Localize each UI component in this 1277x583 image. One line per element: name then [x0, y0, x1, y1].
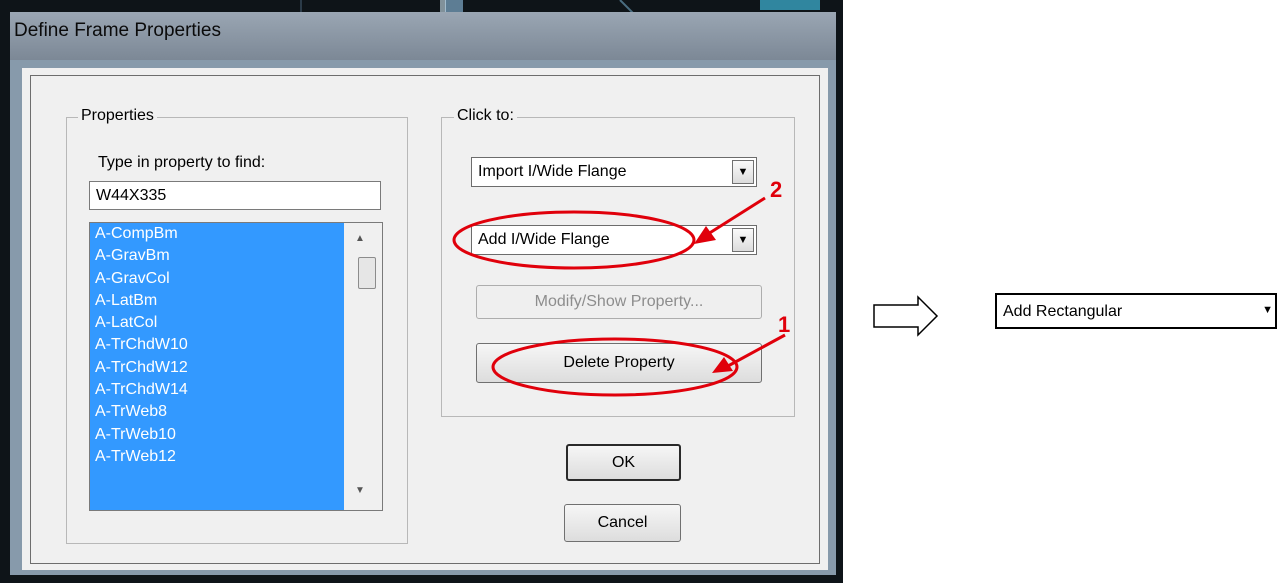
scroll-down-arrow-icon[interactable]: ▼	[355, 485, 365, 496]
scroll-up-arrow-icon[interactable]: ▲	[355, 233, 365, 244]
add-rectangular-select[interactable]: Add Rectangular ▼	[995, 293, 1277, 329]
dialog-window: Define Frame Properties Properties Type …	[0, 0, 843, 583]
list-item[interactable]: A-CompBm	[90, 223, 344, 245]
delete-property-button[interactable]: Delete Property	[476, 343, 762, 383]
dropdown-arrow-icon[interactable]: ▼	[732, 228, 754, 252]
annotation-marker-2: 2	[770, 177, 783, 202]
properties-legend: Properties	[78, 107, 157, 125]
list-item[interactable]: A-LatCol	[90, 312, 344, 334]
add-rectangular-select-value: Add Rectangular	[1003, 303, 1123, 320]
list-item[interactable]: A-GravCol	[90, 268, 344, 290]
add-select-value: Add I/Wide Flange	[478, 231, 610, 248]
list-item[interactable]: A-TrChdW12	[90, 357, 344, 379]
list-item[interactable]: A-TrWeb8	[90, 401, 344, 423]
list-item[interactable]: A-TrWeb12	[90, 446, 344, 468]
dropdown-arrow-icon[interactable]: ▼	[1262, 304, 1273, 316]
window-title: Define Frame Properties	[14, 20, 221, 41]
right-arrow-icon	[873, 295, 939, 337]
list-scrollbar[interactable]: ▲ ▼	[344, 223, 382, 510]
import-select-value: Import I/Wide Flange	[478, 163, 627, 180]
list-item[interactable]: A-LatBm	[90, 290, 344, 312]
annotation-marker-1: 1	[778, 312, 791, 337]
property-list-items: A-CompBm A-GravBm A-GravCol A-LatBm A-La…	[90, 223, 344, 510]
click-to-legend: Click to:	[454, 107, 517, 125]
add-section-select[interactable]: Add I/Wide Flange ▼	[471, 225, 757, 255]
ok-button[interactable]: OK	[566, 444, 681, 481]
list-item[interactable]: A-TrChdW14	[90, 379, 344, 401]
property-search-input[interactable]	[89, 181, 381, 210]
scroll-thumb[interactable]	[358, 257, 376, 289]
property-list[interactable]: A-CompBm A-GravBm A-GravCol A-LatBm A-La…	[89, 222, 383, 511]
search-hint-label: Type in property to find:	[98, 154, 266, 171]
list-item[interactable]: A-TrWeb10	[90, 424, 344, 446]
cancel-button[interactable]: Cancel	[564, 504, 681, 542]
list-item[interactable]: A-TrChdW10	[90, 334, 344, 356]
import-section-select[interactable]: Import I/Wide Flange ▼	[471, 157, 757, 187]
list-item[interactable]: A-GravBm	[90, 245, 344, 267]
dropdown-arrow-icon[interactable]: ▼	[732, 160, 754, 184]
modify-show-property-button[interactable]: Modify/Show Property...	[476, 285, 762, 319]
